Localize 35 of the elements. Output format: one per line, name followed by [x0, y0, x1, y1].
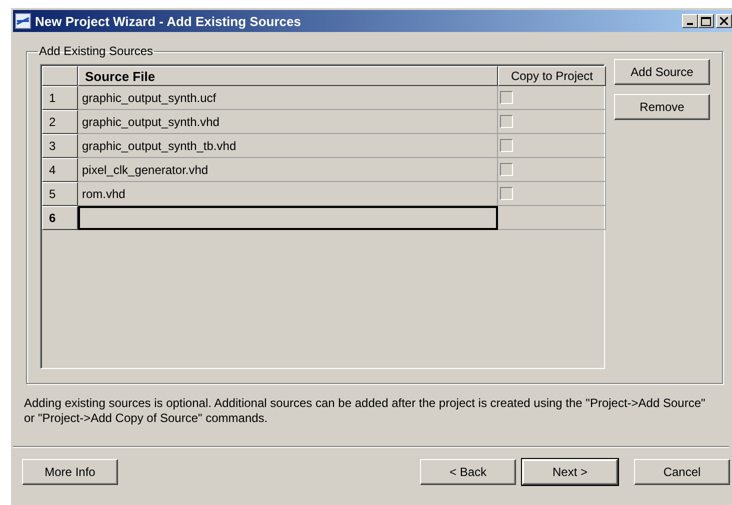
checkbox[interactable] — [500, 163, 513, 176]
info-text: Adding existing sources is optional. Additional sources can be added after the project is created using the "Project->Add Source" or "Project->Add Copy of Source" commands. — [24, 396, 706, 426]
checkbox[interactable] — [500, 115, 513, 128]
close-button[interactable] — [716, 14, 732, 28]
table-cell[interactable]: graphic_output_synth.ucf — [78, 86, 498, 110]
maximize-button[interactable] — [698, 14, 714, 28]
row-number: 3 — [42, 134, 78, 158]
more-info-button[interactable]: More Info — [22, 459, 118, 485]
table-cell[interactable]: pixel_clk_generator.vhd — [78, 158, 498, 182]
checkbox[interactable] — [500, 187, 513, 200]
maximize-icon — [701, 16, 711, 26]
group-title: Add Existing Sources — [38, 44, 154, 58]
add-source-button[interactable]: Add Source — [614, 59, 710, 85]
app-logo-icon — [15, 13, 31, 29]
next-button[interactable]: Next > — [522, 459, 618, 485]
minimize-button[interactable] — [682, 14, 698, 28]
row-number: 5 — [42, 182, 78, 206]
column-header[interactable]: Source File — [78, 66, 498, 86]
header-corner — [42, 66, 78, 86]
remove-button[interactable]: Remove — [614, 94, 710, 120]
close-icon — [720, 17, 728, 25]
row-number: 6 — [42, 206, 78, 230]
window-title: New Project Wizard - Add Existing Sources — [35, 14, 302, 28]
column-header[interactable]: Copy to Project — [498, 66, 606, 86]
table-cell[interactable]: rom.vhd — [78, 182, 498, 206]
back-button[interactable]: < Back — [420, 459, 516, 485]
checkbox[interactable] — [500, 91, 513, 104]
row-number: 4 — [42, 158, 78, 182]
table-cell[interactable]: graphic_output_synth_tb.vhd — [78, 134, 498, 158]
row-number: 1 — [42, 86, 78, 110]
table-cell[interactable]: graphic_output_synth.vhd — [78, 110, 498, 134]
row-number: 2 — [42, 110, 78, 134]
input-field[interactable] — [78, 206, 498, 230]
checkbox[interactable] — [500, 139, 513, 152]
cancel-button[interactable]: Cancel — [634, 459, 730, 485]
